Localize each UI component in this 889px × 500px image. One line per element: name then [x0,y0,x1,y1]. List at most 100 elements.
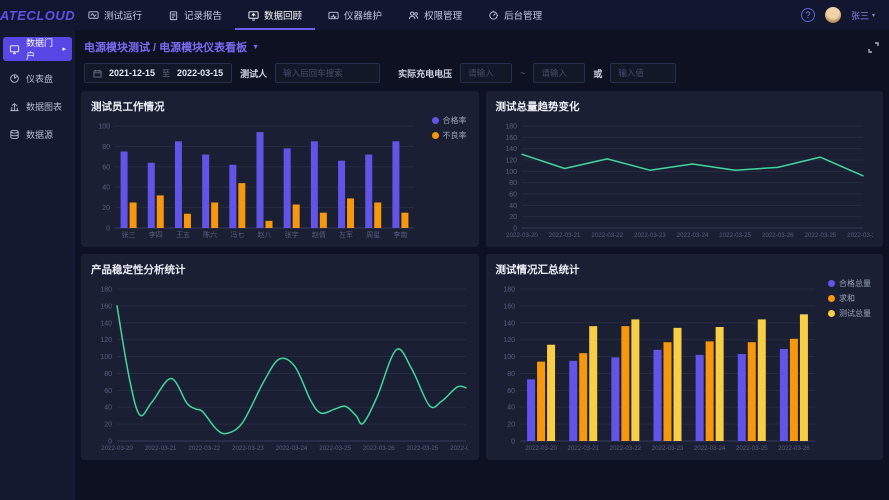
svg-text:2022-03-21: 2022-03-21 [145,445,177,452]
voltage-min-input[interactable] [460,63,512,83]
chevron-down-icon: ▼ [252,44,259,51]
svg-text:2022-03-23: 2022-03-23 [232,445,264,452]
chevron-down-icon: ▾ [872,12,875,19]
legend-item[interactable]: 测试总量 [828,308,871,319]
svg-text:80: 80 [509,180,517,187]
nav-item-label: 权限管理 [424,8,462,22]
legend-item[interactable]: 不良率 [432,130,467,141]
legend-label: 不良率 [443,130,467,141]
chart-legend: 合格总量求和测试总量 [828,278,871,319]
calendar-icon [93,69,102,78]
date-separator: 至 [162,68,170,79]
svg-text:80: 80 [102,144,110,151]
svg-text:180: 180 [100,287,112,294]
svg-text:2022-03-22: 2022-03-22 [188,445,220,452]
svg-text:140: 140 [505,146,517,153]
line-chart-total-trend: 0204060801001201401601802022-03-202022-0… [496,118,874,244]
nav-item-label: 测试运行 [104,8,142,22]
tester-input[interactable] [275,63,380,83]
svg-text:2022-03-21: 2022-03-21 [548,232,580,239]
svg-text:2022-03-25: 2022-03-25 [319,445,351,452]
svg-text:180: 180 [503,287,515,294]
app-logo: ATECLOUD [0,0,75,30]
sidebar-item-data-portal[interactable]: 数据门户 ▸ [3,37,72,61]
svg-text:2022-03-25: 2022-03-25 [719,232,751,239]
legend-item[interactable]: 求和 [828,293,871,304]
top-nav: ATECLOUD 测试运行 记录报告 数据回顾 仪器维护 权限管理 后台管理 ? [0,0,889,30]
svg-text:60: 60 [102,164,110,171]
nav-item-permission[interactable]: 权限管理 [395,0,475,30]
sidebar-item-label: 数据门户 [26,36,56,62]
svg-text:2022-03-22: 2022-03-22 [609,445,641,452]
nav-item-test-run[interactable]: 测试运行 [75,0,155,30]
chart-legend: 合格率不良率 [432,115,467,141]
panel-total-trend: 测试总量趋势变化 0204060801001201401601802022-03… [486,91,884,247]
svg-text:80: 80 [104,371,112,378]
nav-item-backend[interactable]: 后台管理 [475,0,555,30]
sidebar-item-label: 数据源 [26,128,53,141]
svg-text:2022-03-24: 2022-03-24 [676,232,708,239]
svg-text:2022-03-26: 2022-03-26 [761,232,793,239]
date-end: 2022-03-15 [177,68,223,78]
datasource-icon [9,129,20,140]
sidebar-item-label: 仪表盘 [26,72,53,85]
svg-text:160: 160 [505,135,517,142]
legend-dot-icon [828,280,835,287]
value-input[interactable] [610,63,676,83]
sidebar-item-dashboard[interactable]: 仪表盘 [0,64,75,92]
chevron-right-icon: ▸ [62,45,66,53]
legend-item[interactable]: 合格总量 [828,278,871,289]
nav-item-data-review[interactable]: 数据回顾 [235,0,315,30]
svg-text:冯七: 冯七 [230,230,244,239]
svg-text:李四: 李四 [149,230,163,239]
svg-text:80: 80 [507,371,515,378]
svg-text:40: 40 [509,203,517,210]
svg-text:20: 20 [507,422,515,429]
svg-text:100: 100 [98,124,110,131]
svg-text:2022-03-20: 2022-03-20 [525,445,557,452]
svg-text:60: 60 [104,388,112,395]
svg-text:140: 140 [503,320,515,327]
voltage-max-input[interactable] [533,63,585,83]
svg-text:李南: 李南 [393,230,407,239]
help-icon[interactable]: ? [801,8,815,22]
panel-summary: 测试情况汇总统计 0204060801001201401601802022-03… [486,254,884,460]
sidebar-item-datasource[interactable]: 数据源 [0,120,75,148]
svg-text:120: 120 [100,337,112,344]
svg-text:2022-03-23: 2022-03-23 [651,445,683,452]
or-label: 或 [593,67,602,80]
legend-dot-icon [828,310,835,317]
breadcrumb[interactable]: 电源模块测试 / 电源模块仪表看板 ▼ [84,39,259,55]
nav-item-report[interactable]: 记录报告 [155,0,235,30]
nav-item-instrument[interactable]: 仪器维护 [315,0,395,30]
avatar[interactable] [825,7,841,23]
panel-grid: 测试员工作情况 020406080100张三李四王五陈六冯七赵八张宇赵倩左军周星… [81,91,883,460]
sidebar: 数据门户 ▸ 仪表盘 数据图表 数据源 [0,30,75,500]
data-portal-icon [9,44,20,55]
svg-text:20: 20 [104,422,112,429]
date-range-picker[interactable]: 2021-12-15 至 2022-03-15 [84,63,232,83]
user-menu[interactable]: 张三 ▾ [851,9,875,22]
nav-item-label: 后台管理 [504,8,542,22]
panel-tester-work: 测试员工作情况 020406080100张三李四王五陈六冯七赵八张宇赵倩左军周星… [81,91,479,247]
svg-text:20: 20 [509,214,517,221]
smooth-line-chart-stability: 0204060801001201401601802022-03-202022-0… [91,281,469,457]
nav-item-label: 仪器维护 [344,8,382,22]
svg-text:100: 100 [503,354,515,361]
svg-text:40: 40 [507,405,515,412]
svg-text:120: 120 [503,337,515,344]
legend-item[interactable]: 合格率 [432,115,467,126]
sidebar-item-data-charts[interactable]: 数据图表 [0,92,75,120]
voltage-label: 实际充电电压 [398,67,452,80]
nav-right: ? 张三 ▾ [801,0,889,30]
svg-text:2022-03-26: 2022-03-26 [847,232,873,239]
tester-label: 测试人 [240,67,267,80]
legend-label: 合格率 [443,115,467,126]
svg-text:60: 60 [509,192,517,199]
legend-label: 求和 [839,293,855,304]
svg-text:120: 120 [505,158,517,165]
svg-text:40: 40 [104,405,112,412]
svg-text:2022-03-25: 2022-03-25 [407,445,439,452]
fullscreen-button[interactable] [867,41,880,54]
svg-text:20: 20 [102,205,110,212]
